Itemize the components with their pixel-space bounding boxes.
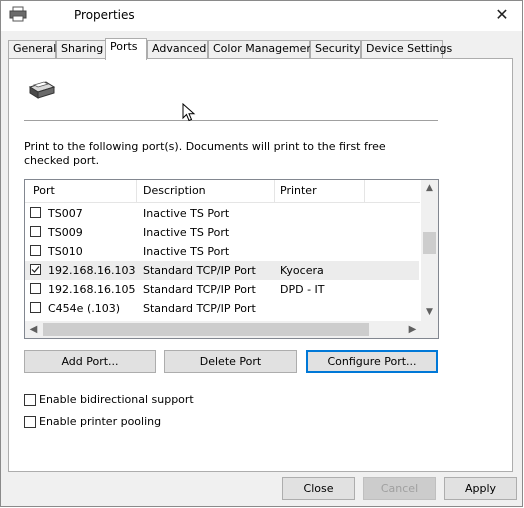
tab-general[interactable]: General	[8, 40, 56, 58]
table-row[interactable]: TS010 Inactive TS Port	[25, 242, 419, 261]
vertical-scroll-thumb[interactable]	[423, 232, 436, 254]
tab-security[interactable]: Security	[310, 40, 361, 58]
port-description: Inactive TS Port	[143, 207, 230, 220]
port-checkbox[interactable]	[30, 226, 41, 237]
ports-panel: Print to the following port(s). Document…	[8, 58, 513, 472]
separator	[24, 120, 438, 121]
table-row[interactable]: C454e (.103) Standard TCP/IP Port	[25, 299, 419, 318]
port-name: TS007	[48, 207, 83, 220]
horizontal-scrollbar[interactable]: ◀ ▶	[25, 321, 421, 338]
delete-port-button[interactable]: Delete Port	[164, 350, 297, 373]
column-divider[interactable]	[274, 180, 275, 202]
port-name: 192.168.16.103	[48, 264, 136, 277]
title-bar: Properties ✕	[1, 1, 522, 31]
port-description: Inactive TS Port	[143, 226, 230, 239]
printer-icon	[9, 6, 27, 22]
printer-pooling-label[interactable]: Enable printer pooling	[39, 415, 161, 428]
bidirectional-support-checkbox[interactable]	[24, 394, 36, 406]
scrollbar-corner	[421, 321, 438, 338]
window-title: Properties	[74, 8, 135, 22]
scroll-up-arrow-icon[interactable]: ▲	[421, 180, 438, 197]
port-name: TS009	[48, 226, 83, 239]
port-description: Standard TCP/IP Port	[143, 264, 256, 277]
column-header-port[interactable]: Port	[33, 184, 55, 197]
column-header-description[interactable]: Description	[143, 184, 206, 197]
port-checkbox[interactable]	[30, 302, 41, 313]
mouse-pointer-icon	[182, 103, 196, 122]
configure-port-button[interactable]: Configure Port...	[306, 350, 438, 373]
port-checkbox[interactable]	[30, 283, 41, 294]
printer-icon	[28, 81, 56, 99]
table-row[interactable]: TS009 Inactive TS Port	[25, 223, 419, 242]
port-printer: Kyocera	[280, 264, 324, 277]
port-name: C454e (.103)	[48, 302, 121, 315]
port-printer: DPD - IT	[280, 283, 325, 296]
scroll-left-arrow-icon[interactable]: ◀	[25, 321, 42, 338]
port-description: Standard TCP/IP Port	[143, 283, 256, 296]
table-row[interactable]: 192.168.16.105 Standard TCP/IP Port DPD …	[25, 280, 419, 299]
tab-sharing[interactable]: Sharing	[56, 40, 106, 58]
port-checkbox[interactable]	[30, 245, 41, 256]
add-port-button[interactable]: Add Port...	[24, 350, 156, 373]
apply-button[interactable]: Apply	[444, 477, 517, 500]
port-name: TS010	[48, 245, 83, 258]
port-description: Standard TCP/IP Port	[143, 302, 256, 315]
port-name: 192.168.16.105	[48, 283, 136, 296]
vertical-scrollbar[interactable]: ▲ ▼	[421, 180, 438, 321]
ports-list[interactable]: Port Description Printer TS007 Inactive …	[24, 179, 439, 339]
ports-description: Print to the following port(s). Document…	[24, 140, 386, 167]
port-checkbox-checked[interactable]	[30, 264, 41, 275]
list-header: Port Description Printer	[25, 180, 420, 203]
scroll-right-arrow-icon[interactable]: ▶	[404, 321, 421, 338]
column-header-printer[interactable]: Printer	[280, 184, 317, 197]
close-button[interactable]: Close	[282, 477, 355, 500]
column-divider[interactable]	[136, 180, 137, 202]
checkmark-icon	[31, 266, 40, 273]
horizontal-scroll-thumb[interactable]	[43, 323, 369, 336]
port-checkbox[interactable]	[30, 207, 41, 218]
cancel-button[interactable]: Cancel	[363, 477, 436, 500]
column-divider[interactable]	[364, 180, 365, 202]
tab-device-settings[interactable]: Device Settings	[361, 40, 452, 58]
bidirectional-support-label[interactable]: Enable bidirectional support	[39, 393, 194, 406]
printer-pooling-checkbox[interactable]	[24, 416, 36, 428]
table-row[interactable]: TS007 Inactive TS Port	[25, 204, 419, 223]
scroll-down-arrow-icon[interactable]: ▼	[421, 304, 438, 321]
tab-advanced[interactable]: Advanced	[147, 40, 208, 58]
properties-window: Properties ✕ General Sharing Ports Advan…	[0, 0, 523, 507]
tab-ports[interactable]: Ports	[105, 38, 147, 60]
table-row-selected[interactable]: 192.168.16.103 Standard TCP/IP Port Kyoc…	[25, 261, 419, 280]
tab-color-management[interactable]: Color Management	[208, 40, 318, 58]
port-description: Inactive TS Port	[143, 245, 230, 258]
close-window-button[interactable]: ✕	[490, 4, 514, 26]
